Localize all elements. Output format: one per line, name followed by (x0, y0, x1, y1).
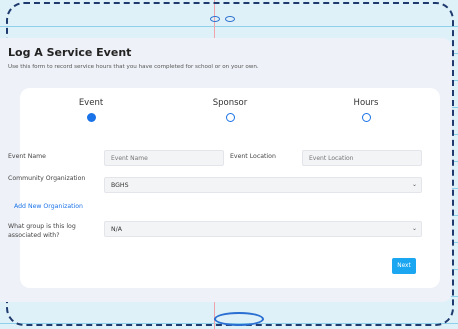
step-indicator-icon (86, 113, 96, 122)
community-org-select[interactable]: BGHS ⌄ (104, 177, 422, 193)
add-organization-link[interactable]: Add New Organization (14, 203, 83, 210)
page-subtitle: Use this form to record service hours th… (8, 64, 259, 70)
step-hours[interactable]: Hours (326, 98, 406, 122)
step-label: Event (78, 98, 104, 108)
chevron-down-icon: ⌄ (411, 181, 417, 188)
group-label: What group is this log associated with? (8, 223, 76, 239)
step-label: Hours (353, 98, 379, 108)
community-org-label: Community Organization (8, 175, 86, 182)
step-event[interactable]: Event (51, 98, 131, 122)
chevron-down-icon: ⌄ (411, 225, 417, 232)
step-label: Sponsor (212, 98, 248, 108)
binder-ring-bottom (214, 312, 264, 326)
group-value: N/A (111, 226, 122, 233)
step-indicator-icon (361, 113, 371, 122)
next-button[interactable]: Next (392, 258, 416, 274)
page-title: Log A Service Event (8, 46, 132, 59)
step-indicator-icon (225, 113, 235, 122)
form-card: Event Sponsor Hours Event Name Event Loc… (8, 88, 440, 288)
binder-rings-top (210, 16, 235, 22)
event-location-input[interactable] (302, 150, 422, 166)
group-select[interactable]: N/A ⌄ (104, 221, 422, 237)
event-name-label: Event Name (8, 153, 46, 160)
event-location-label: Event Location (230, 153, 276, 160)
event-name-input[interactable] (104, 150, 224, 166)
step-sponsor[interactable]: Sponsor (190, 98, 270, 122)
community-org-value: BGHS (111, 182, 129, 189)
